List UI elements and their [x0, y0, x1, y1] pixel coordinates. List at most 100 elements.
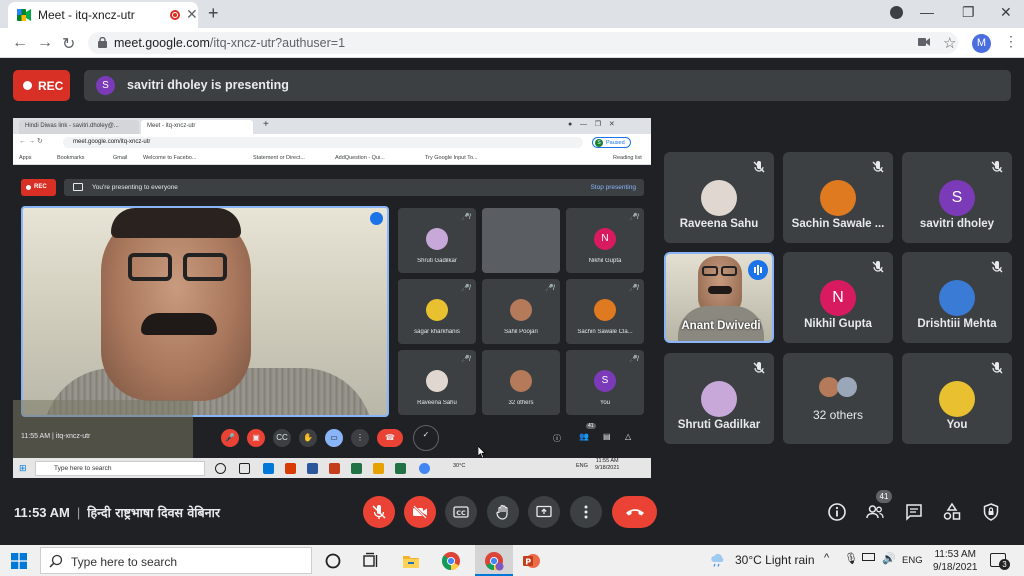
task-view-icon[interactable]	[361, 551, 381, 571]
browser-tab[interactable]: Meet - itq-xncz-utr ✕	[8, 2, 198, 28]
participant-tile[interactable]: S savitri dholey	[902, 152, 1012, 243]
mic-toggle-button[interactable]	[363, 496, 395, 528]
activities-icon[interactable]	[942, 502, 962, 522]
people-icon[interactable]	[865, 502, 885, 522]
mic-off-icon: 🎤̸	[461, 285, 470, 292]
shared-tile-avatar	[510, 370, 532, 392]
shared-tile-name: Sachin Sawale Cla...	[577, 329, 633, 335]
tray-language[interactable]: ENG	[902, 555, 923, 566]
shared-folder-icon	[373, 463, 384, 474]
participant-tile[interactable]: Sachin Sawale ...	[783, 152, 893, 243]
shared-lang: ENG	[576, 463, 588, 469]
shared-tile-name: 32 others	[508, 400, 534, 406]
shared-speaker-video	[21, 206, 389, 417]
shared-presenting-text: You're presenting to everyone	[92, 184, 178, 191]
shared-info-icon: ⓘ	[553, 434, 561, 443]
speaker-glasses	[702, 266, 718, 276]
shared-new-tab-icon: +	[263, 119, 269, 130]
restore-button[interactable]: ❐	[962, 4, 975, 21]
reload-button[interactable]: ↻	[62, 34, 75, 54]
shared-taskbar-search: Type here to search	[35, 461, 205, 476]
chrome-icon[interactable]	[441, 551, 461, 571]
speaking-indicator-icon	[370, 212, 383, 225]
camera-toggle-button[interactable]	[404, 496, 436, 528]
shared-captions-icon: CC	[273, 429, 291, 447]
present-screen-icon	[73, 183, 83, 191]
meeting-separator: |	[76, 505, 81, 520]
shared-rec-badge: REC	[21, 179, 56, 196]
participant-tile-self[interactable]: You	[902, 353, 1012, 444]
participant-name: Drishtiii Mehta	[917, 318, 997, 330]
tray-clock[interactable]: 11:53 AM 9/18/2021	[933, 548, 978, 574]
participant-name: 32 others	[812, 408, 864, 422]
recording-badge[interactable]: REC	[13, 70, 70, 101]
presenter-avatar: S	[96, 76, 115, 95]
shared-tile-avatar	[426, 228, 448, 250]
end-call-button[interactable]	[612, 496, 657, 528]
new-tab-button[interactable]: +	[208, 3, 219, 24]
shared-windows-icon: ⊞	[19, 463, 27, 473]
shared-powerpoint-icon	[329, 463, 340, 474]
more-menu-icon[interactable]: ⋮	[1004, 33, 1018, 50]
taskbar-search-box[interactable]: Type here to search	[40, 547, 312, 574]
back-button[interactable]: ←	[12, 34, 28, 52]
shared-nav-icons: ← → ↻	[19, 138, 43, 145]
tray-mic-icon[interactable]: 🎙	[844, 552, 858, 565]
profile-avatar[interactable]: M	[972, 34, 991, 53]
more-options-button[interactable]	[570, 496, 602, 528]
google-meet-icon	[17, 9, 31, 21]
file-explorer-icon[interactable]	[401, 551, 421, 571]
mouse-cursor-icon	[478, 446, 486, 458]
raise-hand-button[interactable]	[487, 496, 519, 528]
hand-icon	[496, 504, 508, 520]
notification-center-icon[interactable]: 3	[990, 553, 1010, 570]
cortana-icon[interactable]	[323, 551, 343, 571]
shared-office-icon	[285, 463, 296, 474]
shared-tile: 🎤̸ Raveena Sahu	[398, 350, 476, 415]
participant-tile[interactable]: N Nikhil Gupta	[783, 252, 893, 343]
participant-tile[interactable]: Raveena Sahu	[664, 152, 774, 243]
shared-check-icon: ✓	[413, 425, 439, 451]
powerpoint-icon[interactable]: P	[521, 551, 541, 571]
shared-windows-taskbar: ⊞ Type here to search 30°C ENG 11:55 AM 9…	[13, 458, 651, 478]
host-controls-icon[interactable]	[981, 502, 1001, 522]
participant-name: Raveena Sahu	[679, 218, 759, 230]
bookmark-star-icon[interactable]: ☆	[943, 34, 956, 52]
captions-button[interactable]: CC	[445, 496, 477, 528]
participant-tile[interactable]: Drishtiii Mehta	[902, 252, 1012, 343]
shared-people-icon: 👥	[579, 432, 589, 441]
close-tab-icon[interactable]: ✕	[186, 6, 198, 23]
tray-weather[interactable]: 30°C Light rain	[735, 553, 815, 567]
mic-off-icon: 🎤̸	[629, 285, 638, 292]
rec-label: REC	[38, 79, 64, 93]
meeting-time: 11:53 AM	[14, 505, 70, 520]
presenting-text: savitri dholey is presenting	[127, 78, 289, 92]
tab-search-icon[interactable]	[890, 6, 903, 19]
shared-tile-name: You	[599, 400, 611, 406]
mic-off-icon	[753, 362, 765, 374]
participant-avatar	[939, 280, 975, 316]
chrome-profile-icon[interactable]	[484, 551, 504, 571]
participant-tile-others[interactable]: 32 others	[783, 353, 893, 444]
bookmark-apps: Apps	[19, 155, 32, 161]
mic-off-icon	[753, 161, 765, 173]
shared-tile: 🎤̸ Sahil Poojari	[482, 279, 560, 344]
shared-tile-avatar	[594, 299, 616, 321]
camera-icon[interactable]	[918, 37, 930, 47]
chat-icon[interactable]	[904, 502, 924, 522]
tray-volume-icon[interactable]: 🔊	[882, 552, 896, 565]
meeting-details-icon[interactable]	[827, 502, 847, 522]
tray-battery-icon[interactable]	[862, 553, 875, 561]
windows-start-icon[interactable]	[11, 553, 27, 569]
minimize-button[interactable]: —	[920, 4, 934, 20]
present-button[interactable]	[528, 496, 560, 528]
forward-button[interactable]: →	[37, 34, 53, 52]
omnibox[interactable]: meet.google.com/itq-xncz-utr?authuser=1	[88, 32, 958, 54]
participant-tile-speaking[interactable]: Anant Dwivedi	[664, 252, 774, 343]
tray-chevron-icon[interactable]: ^	[824, 552, 829, 564]
tray-time: 11:53 AM	[934, 549, 976, 560]
shared-cortana-icon	[215, 463, 226, 474]
participant-tile[interactable]: Shruti Gadilkar	[664, 353, 774, 444]
close-window-button[interactable]: ✕	[1000, 4, 1012, 21]
search-icon	[49, 554, 63, 568]
